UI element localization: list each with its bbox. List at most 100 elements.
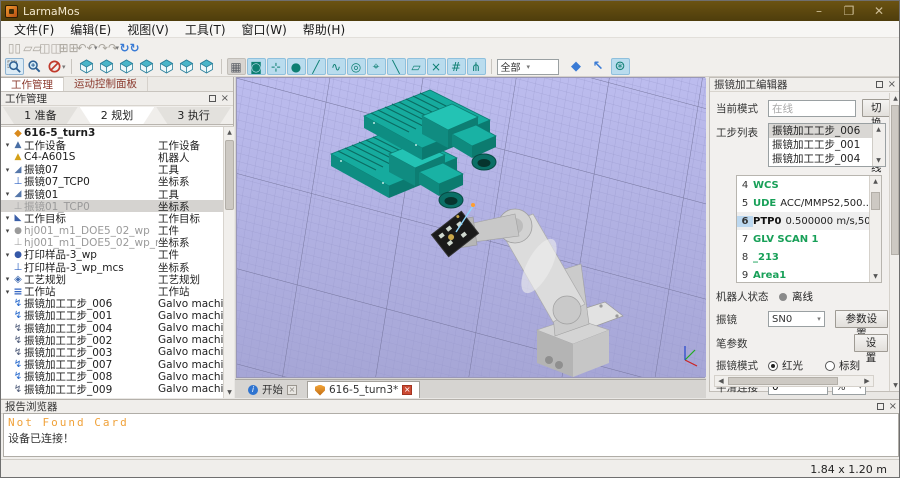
import-icon[interactable]: ⊞ xyxy=(59,39,78,56)
new-file-icon[interactable]: ▯ xyxy=(5,39,24,56)
cursor-icon[interactable]: ↖ xyxy=(589,58,608,75)
scrollbar-thumb[interactable] xyxy=(871,192,880,210)
close-tab-icon[interactable]: × xyxy=(287,385,297,395)
tree-expand-icon[interactable]: ▾ xyxy=(3,227,12,235)
view-cube-right-icon[interactable] xyxy=(157,58,176,75)
step-item[interactable]: 振镜加工工步_006 xyxy=(769,124,885,138)
scene-3d[interactable] xyxy=(236,77,705,378)
tree-scrollbar[interactable]: ▲ ▼ xyxy=(223,127,234,398)
plane-icon[interactable]: ▱ xyxy=(407,58,426,75)
float-panel-icon[interactable] xyxy=(209,95,216,102)
panel-vertical-scrollbar[interactable]: ▲ ▼ xyxy=(889,93,900,391)
viewport-3d[interactable]: i 开始 × 616-5_turn3* × xyxy=(235,77,706,398)
stage-tab[interactable]: 3 执行 xyxy=(156,107,231,124)
menu-item[interactable]: 文件(F) xyxy=(7,20,61,39)
line-icon[interactable]: ╱ xyxy=(307,58,326,75)
pen-settings-button[interactable]: 设置 xyxy=(854,334,888,352)
scroll-up-icon[interactable]: ▲ xyxy=(873,124,884,135)
program-row[interactable]: 9 Area1 xyxy=(737,266,881,283)
zoom-window-icon[interactable] xyxy=(5,58,24,75)
settings-gear-icon[interactable]: ⊛ xyxy=(611,58,630,75)
program-row[interactable]: 7 GLV SCAN 1 xyxy=(737,230,881,248)
float-panel-icon[interactable] xyxy=(877,403,884,410)
program-row[interactable]: 6 PTP0 0.500000 m/s,50.... xyxy=(737,212,881,230)
close-icon[interactable]: ✕ xyxy=(871,2,887,20)
mode-input[interactable] xyxy=(768,100,856,117)
scroll-up-icon[interactable]: ▲ xyxy=(224,127,234,138)
branch-icon[interactable]: ⋔ xyxy=(467,58,486,75)
report-log[interactable]: Not Found Card 设备已连接！ xyxy=(3,413,899,457)
view-cube-top-icon[interactable] xyxy=(177,58,196,75)
view-cube-iso-icon[interactable] xyxy=(77,58,96,75)
scroll-down-icon[interactable]: ▼ xyxy=(890,380,900,391)
tree-expand-icon[interactable]: ▾ xyxy=(3,166,12,174)
radio-marking[interactable] xyxy=(825,361,835,371)
viewport-tab-project[interactable]: 616-5_turn3* × xyxy=(307,381,420,398)
float-panel-icon[interactable] xyxy=(876,81,883,88)
scroll-down-icon[interactable]: ▼ xyxy=(224,387,234,398)
stage-tab[interactable]: 1 准备 xyxy=(3,107,78,124)
move-icon[interactable]: ⌖ xyxy=(367,58,386,75)
refresh-icon[interactable]: ↻ xyxy=(120,39,139,56)
concentric-circles-icon[interactable]: ◎ xyxy=(347,58,366,75)
hatch-icon[interactable]: # xyxy=(447,58,466,75)
view-cube-back-icon[interactable] xyxy=(117,58,136,75)
menu-item[interactable]: 窗口(W) xyxy=(235,20,294,39)
galvo-select[interactable]: SN0 ▾ xyxy=(768,311,825,327)
viewport-tab-start[interactable]: i 开始 × xyxy=(241,381,304,398)
tree-expand-icon[interactable]: ▾ xyxy=(3,275,12,283)
tree-expand-icon[interactable]: ▾ xyxy=(3,141,12,149)
close-panel-icon[interactable]: × xyxy=(888,81,896,88)
grid-snap-icon[interactable]: ▦ xyxy=(227,58,246,75)
dock-tab[interactable]: 工作管理 xyxy=(1,77,64,91)
circle-icon[interactable]: ● xyxy=(287,58,306,75)
param-settings-button[interactable]: 参数设置 xyxy=(835,310,888,328)
program-row[interactable]: 5 UDE ACC/MMPS2,500.... xyxy=(737,194,881,212)
save-icon[interactable]: ◫ xyxy=(41,39,60,56)
lock-icon[interactable]: ◙ xyxy=(247,58,266,75)
menu-item[interactable]: 视图(V) xyxy=(120,20,176,39)
spline-icon[interactable]: ∿ xyxy=(327,58,346,75)
tree-expand-icon[interactable]: ▾ xyxy=(3,288,12,296)
menu-item[interactable]: 工具(T) xyxy=(178,20,233,39)
close-tab-icon[interactable]: × xyxy=(402,385,412,395)
step-item[interactable]: 振镜加工工步_001 xyxy=(769,138,885,152)
scroll-left-icon[interactable]: ◀ xyxy=(715,376,727,386)
tree-expand-icon[interactable]: ▾ xyxy=(3,214,12,222)
point-icon[interactable]: ⊹ xyxy=(267,58,286,75)
scroll-up-icon[interactable]: ▲ xyxy=(890,93,900,104)
close-panel-icon[interactable]: × xyxy=(221,95,229,102)
scrollbar-thumb[interactable] xyxy=(225,140,234,210)
tree-row[interactable]: 振镜加工工步_009 Galvo machin xyxy=(1,383,234,395)
scroll-down-icon[interactable]: ▼ xyxy=(870,271,881,282)
simulate-cube-icon[interactable]: ◆ xyxy=(567,58,586,75)
program-line-list[interactable]: 4 WCS 5 UDE ACC/MMPS2,500.... 6 PTP0 0.5… xyxy=(736,175,882,283)
pen-icon[interactable]: ╲ xyxy=(387,58,406,75)
scrollbar-thumb[interactable] xyxy=(891,105,899,255)
view-cube-front-icon[interactable] xyxy=(97,58,116,75)
program-row[interactable]: 4 WCS xyxy=(737,176,881,194)
switch-offline-button[interactable]: 切换到离线 xyxy=(862,99,891,117)
panel-horizontal-scrollbar[interactable]: ◀ ▶ xyxy=(714,375,874,387)
filter-select[interactable]: 全部 ▾ xyxy=(497,59,559,75)
steps-listbox[interactable]: 振镜加工工步_006振镜加工工步_001振镜加工工步_004 ▲ ▼ xyxy=(768,123,886,167)
stage-tab[interactable]: 2 规划 xyxy=(80,107,155,124)
tree-expand-icon[interactable]: ▾ xyxy=(3,190,12,198)
radio-red-light[interactable] xyxy=(768,361,778,371)
step-item[interactable]: 振镜加工工步_004 xyxy=(769,152,885,166)
maximize-icon[interactable]: ❐ xyxy=(841,2,857,20)
scroll-down-icon[interactable]: ▼ xyxy=(873,155,884,166)
menu-item[interactable]: 编辑(E) xyxy=(63,20,118,39)
tree-expand-icon[interactable]: ▾ xyxy=(3,251,12,259)
scrollbar-thumb[interactable] xyxy=(728,377,838,385)
dropdown-arrow-icon[interactable]: ▾ xyxy=(62,63,66,71)
dock-tab[interactable]: 运动控制面板 xyxy=(64,77,148,91)
minimize-icon[interactable]: – xyxy=(811,2,827,20)
close-panel-icon[interactable]: × xyxy=(889,403,897,410)
delete-icon[interactable]: × xyxy=(427,58,446,75)
view-cube-bottom-icon[interactable] xyxy=(197,58,216,75)
scroll-up-icon[interactable]: ▲ xyxy=(870,176,881,187)
zoom-in-icon[interactable] xyxy=(25,58,44,75)
program-scrollbar[interactable]: ▲ ▼ xyxy=(869,176,881,282)
steps-scrollbar[interactable]: ▲ ▼ xyxy=(872,124,885,166)
